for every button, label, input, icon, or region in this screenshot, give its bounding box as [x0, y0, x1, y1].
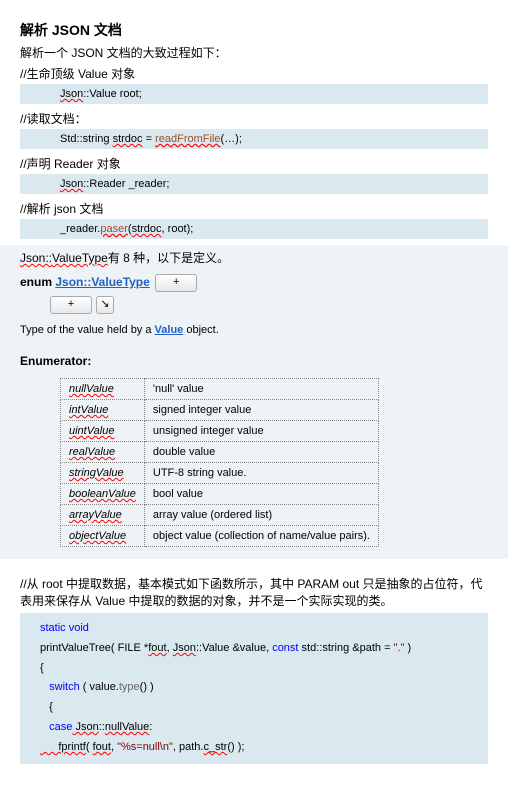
btn-plus-2[interactable]: +: [50, 296, 92, 314]
code-1: Json::Value root;: [20, 84, 488, 104]
code-function: static void printValueTree( FILE *fout, …: [20, 613, 488, 764]
comment-1: //生命顶级 Value 对象: [20, 65, 488, 82]
code-2: Std::string strdoc = readFromFile(…);: [20, 129, 488, 149]
enum-table: nullValue'null' value intValuesigned int…: [60, 378, 379, 547]
comment-4: //解析 json 文档: [20, 200, 488, 217]
table-row: nullValue'null' value: [61, 379, 379, 400]
comment-3: //声明 Reader 对象: [20, 155, 488, 172]
btn-arrow[interactable]: ↘: [96, 296, 114, 314]
enumerator-header: Enumerator:: [20, 348, 488, 374]
extract-note: //从 root 中提取数据，基本模式如下函数所示，其中 PARAM out 只…: [20, 575, 488, 609]
code-4: _reader.paser(strdoc, root);: [20, 219, 488, 239]
btn-plus-1[interactable]: +: [155, 274, 197, 292]
table-row: booleanValuebool value: [61, 484, 379, 505]
table-row: stringValueUTF-8 string value.: [61, 463, 379, 484]
enum-link[interactable]: Json::ValueType: [55, 275, 149, 289]
valuetype-section: Json::ValueType有 8 种，以下是定义。 enum Json::V…: [0, 245, 508, 559]
comment-2: //读取文档：: [20, 110, 488, 127]
code-3: Json::Reader _reader;: [20, 174, 488, 194]
intro-text: 解析一个 JSON 文档的大致过程如下：: [20, 44, 488, 61]
value-link[interactable]: Value: [155, 324, 184, 336]
table-row: objectValueobject value (collection of n…: [61, 526, 379, 547]
table-row: intValuesigned integer value: [61, 400, 379, 421]
table-row: realValuedouble value: [61, 442, 379, 463]
table-row: uintValueunsigned integer value: [61, 421, 379, 442]
table-row: arrayValuearray value (ordered list): [61, 505, 379, 526]
page-title: 解析 JSON 文档: [20, 20, 488, 40]
